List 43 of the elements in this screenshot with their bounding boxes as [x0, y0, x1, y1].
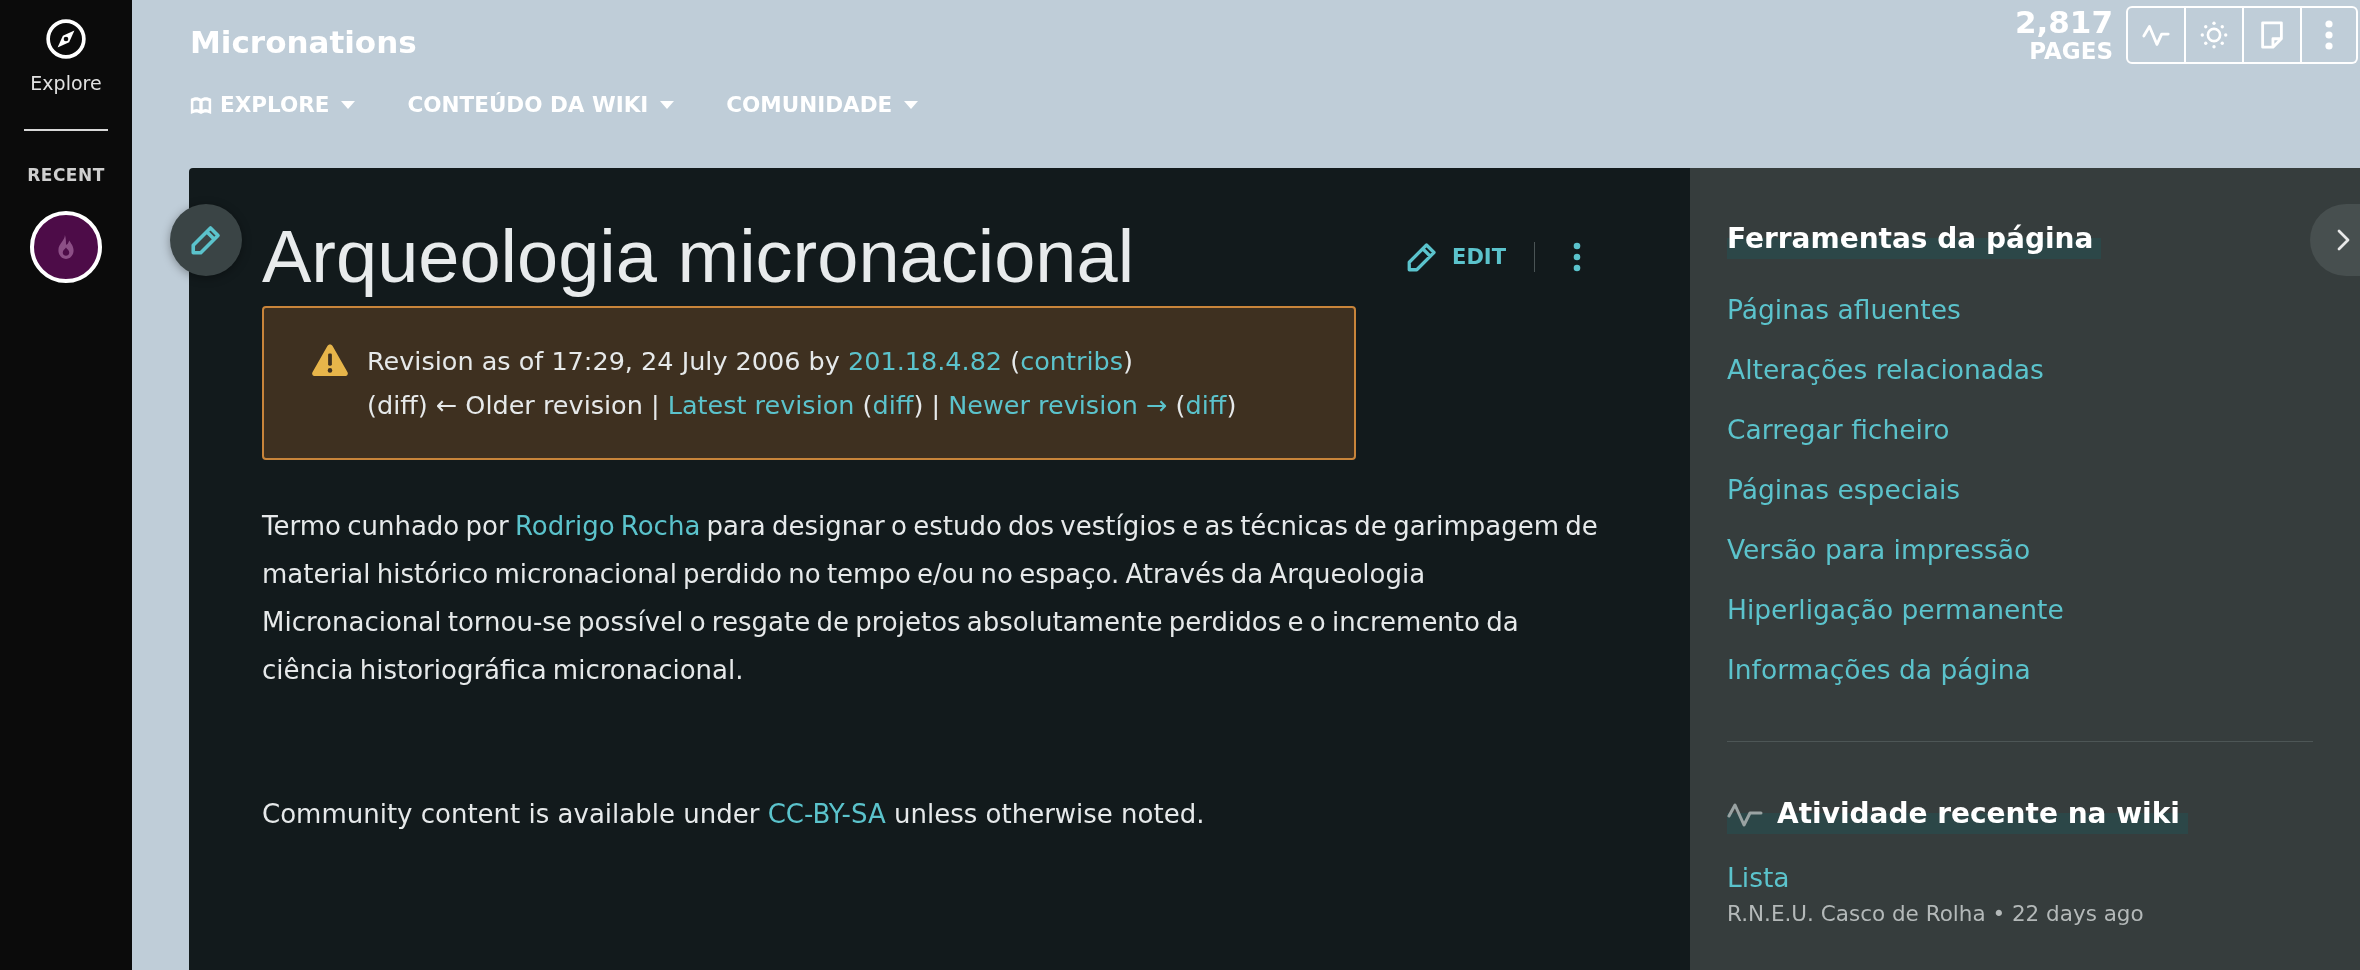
chevron-right-icon — [2336, 229, 2350, 251]
link[interactable]: Newer revision → — [948, 390, 1168, 420]
page-count-label: PAGES — [2029, 38, 2113, 64]
page-tool-link[interactable]: Carregar ficheiro — [1727, 400, 1950, 460]
page-tool-link[interactable]: Informações da página — [1727, 640, 2031, 700]
more-icon — [1573, 242, 1581, 272]
caret-icon — [904, 101, 919, 109]
page-title: Arqueologia micronacional — [262, 214, 1135, 300]
link[interactable]: Rodrigo Rocha — [514, 511, 701, 541]
page-tool-link[interactable]: Páginas especiais — [1727, 460, 1961, 520]
link[interactable]: Latest revision — [667, 390, 855, 420]
page-tool-link[interactable]: Páginas afluentes — [1727, 280, 1961, 340]
link[interactable]: diff — [1185, 390, 1227, 420]
more-icon — [2325, 20, 2333, 50]
revision-text: Revision as of 17:29, 24 July 2006 by 201.18.4.82 (contribs) — [367, 345, 1134, 378]
page-tool-link[interactable]: Alterações relacionadas — [1727, 340, 2044, 400]
link[interactable]: diff — [872, 390, 914, 420]
article-paragraph: Termo cunhado por Rodrigo Rocha para designar o estudo dos vestígios e as técnicas de garimpagem de material histórico micronacional perdido no tempo e/ou no espaço. Através da Arqueologia Micronacional tornou-se possível o resgate de projetos absolutamente perdidos e o incremento da ciência historiográfica micronacional. — [262, 510, 1599, 687]
link[interactable]: 201.18.4.82 — [848, 346, 1003, 376]
explore-button[interactable]: Explore — [26, 16, 106, 96]
caret-icon — [341, 101, 356, 109]
sun-icon — [2199, 20, 2229, 50]
page-tool-link[interactable]: Hiperligação permanente — [1727, 580, 2064, 640]
page-count: 2,817 — [2014, 6, 2113, 38]
page-actions-button[interactable] — [1571, 240, 1583, 274]
license-notice: Community content is available under CC-BY-SA unless otherwise noted. — [262, 798, 1206, 831]
book-icon — [190, 95, 212, 115]
warning-icon — [311, 343, 349, 377]
section-heading: Atividade recente na wiki — [1777, 796, 2180, 832]
caret-icon — [660, 101, 675, 109]
page-tool-link[interactable]: Versão para impressão — [1727, 520, 2031, 580]
flame-icon — [55, 234, 77, 260]
collapse-button[interactable] — [2310, 204, 2360, 276]
activity-meta: R.N.E.U. Casco de Rolha • 22 days ago — [1727, 900, 2144, 928]
link[interactable]: CC-BY-SA — [767, 799, 886, 829]
link[interactable]: contribs — [1020, 346, 1123, 376]
theme-toggle-button[interactable] — [2186, 6, 2244, 64]
activity-link[interactable]: Lista — [1727, 858, 1790, 898]
revision-text: (diff) ← Older revision | Latest revision (diff) | Newer revision → (diff) — [367, 389, 1237, 422]
edit-floating-button[interactable] — [170, 204, 242, 276]
recent-label: RECENT — [27, 165, 105, 185]
compass-icon — [45, 18, 87, 60]
edit-button[interactable]: EDIT — [1404, 239, 1506, 275]
